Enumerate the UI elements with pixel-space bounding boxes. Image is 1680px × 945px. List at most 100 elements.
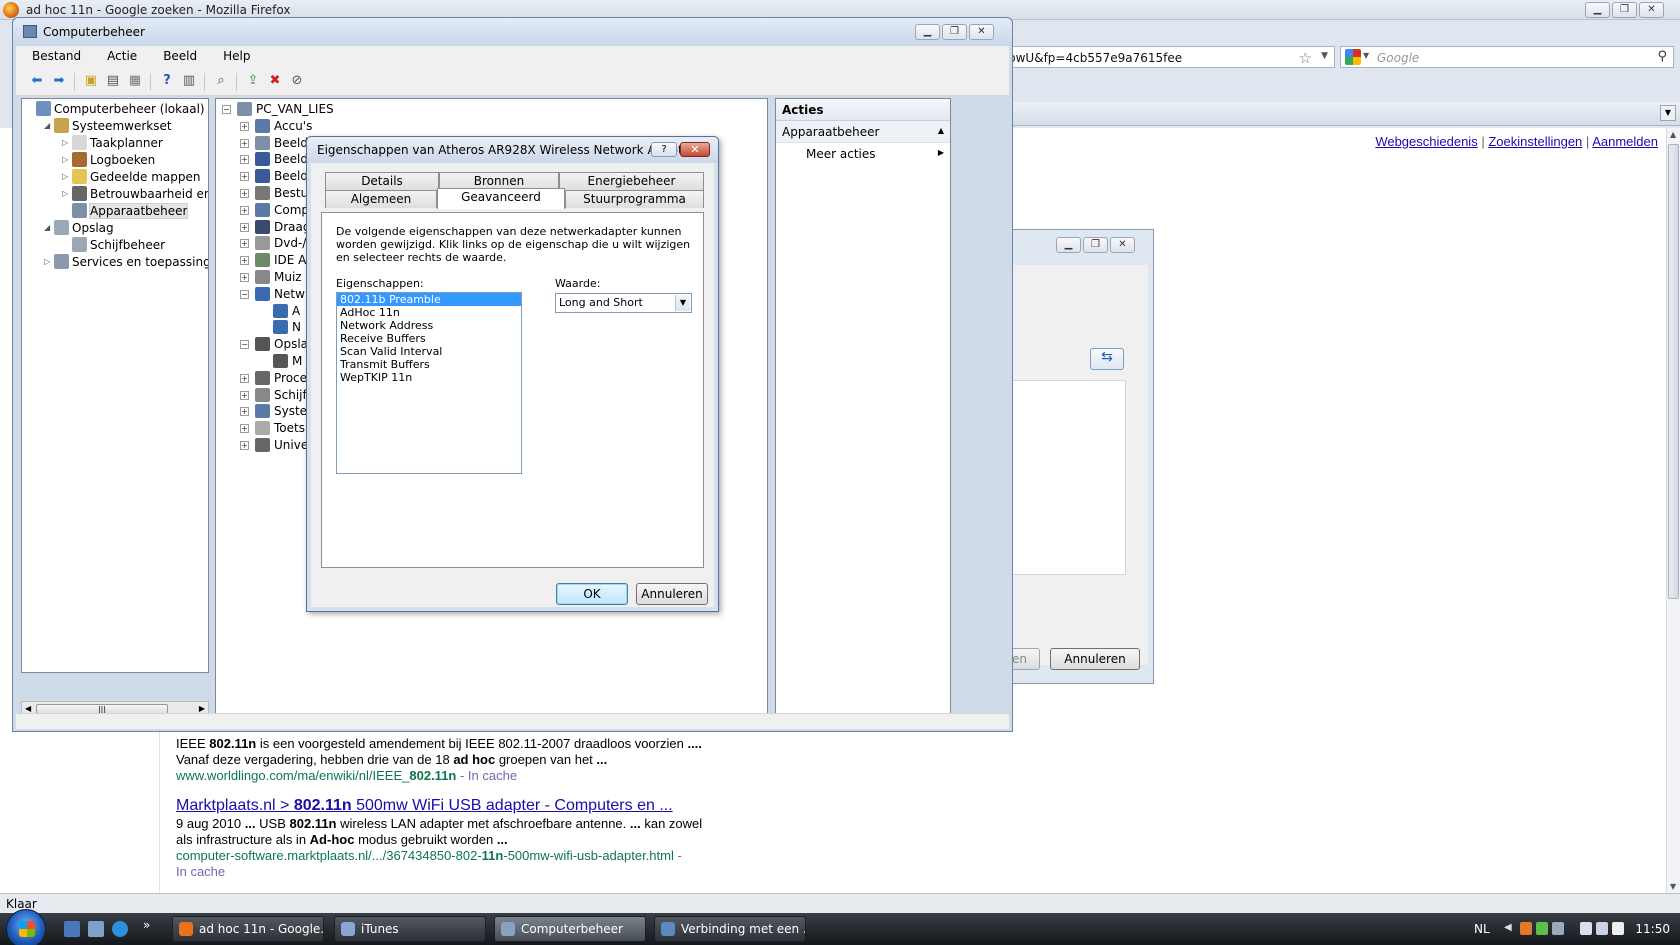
up-folder-icon[interactable]: ▣ <box>82 73 100 89</box>
expand-icon[interactable]: + <box>240 390 249 400</box>
minimize-button[interactable]: ▁ <box>1056 237 1081 253</box>
uninstall-icon[interactable]: ✖ <box>266 73 284 89</box>
expand-icon[interactable]: + <box>240 172 249 182</box>
chevron-down-icon[interactable]: ▼ <box>1363 51 1369 60</box>
menu-bestand[interactable]: Bestand <box>16 46 91 66</box>
property-item[interactable]: Receive Buffers <box>337 332 521 345</box>
tray-app-icon[interactable] <box>1552 922 1564 935</box>
expand-icon[interactable]: + <box>240 189 249 198</box>
property-item[interactable]: Transmit Buffers <box>337 358 521 371</box>
actions-section-apparaatbeheer[interactable]: Apparaatbeheer ▲ <box>776 121 950 143</box>
result-title-link[interactable]: Marktplaats.nl > 802.11n 500mw WiFi USB … <box>176 796 702 816</box>
collapse-icon[interactable]: − <box>240 340 249 350</box>
tree-node[interactable]: ▷ Gedeelde mappen <box>62 168 200 186</box>
google-engine-icon[interactable] <box>1345 49 1361 65</box>
scroll-right-icon[interactable]: ▶ <box>199 704 205 713</box>
property-item[interactable]: AdHoc 11n <box>337 306 521 319</box>
address-bar[interactable]: pwU&fp=4cb557e9a7615fee ☆ ▼ <box>1005 46 1335 68</box>
disable-device-icon[interactable]: ⊘ <box>288 73 306 89</box>
result-url[interactable]: computer-software.marktplaats.nl/.../367… <box>176 848 674 863</box>
expand-arrow-icon[interactable]: ▷ <box>62 134 72 152</box>
tray-app-icon[interactable] <box>1536 922 1548 935</box>
device-node[interactable]: + Toets <box>240 420 305 437</box>
expand-arrow-icon[interactable]: ▷ <box>62 185 72 203</box>
device-node[interactable]: + Accu's <box>240 118 312 135</box>
device-node[interactable]: + Dvd-/ <box>240 235 306 252</box>
close-button[interactable]: ✕ <box>1639 2 1664 18</box>
expand-icon[interactable]: + <box>240 407 249 417</box>
taskbar-button[interactable]: iTunes <box>334 916 486 942</box>
bookmark-star-icon[interactable]: ☆ <box>1299 49 1312 67</box>
page-scrollbar[interactable]: ▲ ▼ <box>1666 128 1680 893</box>
expand-icon[interactable]: + <box>240 424 249 434</box>
minimize-button[interactable]: ▁ <box>915 24 940 40</box>
device-node[interactable]: M <box>258 353 302 370</box>
tree-node[interactable]: Schijfbeheer <box>62 236 165 254</box>
console-tree-icon[interactable]: ▤ <box>104 73 122 89</box>
tree-node[interactable]: ▷ Logboeken <box>62 151 155 169</box>
device-node[interactable]: + Beeld <box>240 151 308 168</box>
restore-button[interactable]: ❐ <box>1612 2 1637 18</box>
clock[interactable]: 11:50 <box>1635 922 1670 936</box>
menu-actie[interactable]: Actie <box>91 46 147 66</box>
chevron-down-icon[interactable]: ▼ <box>675 295 690 311</box>
expand-icon[interactable]: + <box>240 239 249 249</box>
device-node[interactable]: N <box>258 319 301 336</box>
property-item[interactable]: 802.11b Preamble <box>337 293 521 306</box>
restore-button[interactable]: ❐ <box>942 24 967 40</box>
start-button[interactable] <box>6 909 46 945</box>
expand-arrow-icon[interactable]: ▷ <box>62 168 72 186</box>
taskbar-button[interactable]: Computerbeheer <box>494 916 646 942</box>
help-icon[interactable]: ? <box>158 73 176 89</box>
chevron-down-icon[interactable]: ▼ <box>1321 51 1328 61</box>
device-node[interactable]: + Draag <box>240 219 311 236</box>
expand-icon[interactable]: + <box>240 121 249 131</box>
expand-arrow-icon[interactable]: ◢ <box>44 117 54 135</box>
device-node[interactable]: − Netw <box>240 286 305 303</box>
device-node[interactable]: + Unive <box>240 437 308 454</box>
tree-node[interactable]: Apparaatbeheer <box>62 202 189 220</box>
expand-icon[interactable]: + <box>240 138 249 148</box>
expand-icon[interactable]: + <box>240 205 249 215</box>
volume-icon[interactable] <box>1612 922 1624 935</box>
language-indicator[interactable]: NL <box>1474 922 1490 936</box>
expand-icon[interactable]: + <box>240 155 249 165</box>
search-icon[interactable]: ⚲ <box>1657 49 1667 64</box>
cancel-button[interactable]: Annuleren <box>636 583 708 605</box>
expand-arrow-icon[interactable]: ◢ <box>44 219 54 237</box>
collapse-icon[interactable]: ▲ <box>938 126 944 135</box>
scroll-thumb[interactable] <box>1668 144 1679 599</box>
device-node[interactable]: + Beeld <box>240 168 308 185</box>
help-button[interactable]: ? <box>651 142 677 157</box>
close-button[interactable]: ✕ <box>969 24 994 40</box>
tree-node[interactable]: ▷ Taakplanner <box>62 134 163 152</box>
expand-arrow-icon[interactable]: ▷ <box>62 151 72 169</box>
restore-button[interactable]: ❐ <box>1083 237 1108 253</box>
menu-help[interactable]: Help <box>207 46 260 66</box>
tray-app-icon[interactable] <box>1520 922 1532 935</box>
taskbar-button[interactable]: ad hoc 11n - Google... <box>172 916 324 942</box>
tray-expand-icon[interactable]: ◀ <box>1504 922 1516 935</box>
device-node[interactable]: + Schijf <box>240 387 307 404</box>
update-driver-icon[interactable]: ⇪ <box>244 73 262 89</box>
property-item[interactable]: Network Address <box>337 319 521 332</box>
device-node[interactable]: + Beeld <box>240 135 308 152</box>
value-select[interactable]: Long and Short ▼ <box>555 293 692 313</box>
property-item[interactable]: Scan Valid Interval <box>337 345 521 358</box>
expand-icon[interactable]: + <box>240 273 249 282</box>
result-url[interactable]: www.worldlingo.com/ma/enwiki/nl/IEEE_802… <box>176 768 456 783</box>
tree-node[interactable]: Computerbeheer (lokaal) <box>26 100 205 118</box>
properties-list[interactable]: 802.11b Preamble AdHoc 11n Network Address… <box>336 292 522 474</box>
properties-icon[interactable]: ▦ <box>126 73 144 89</box>
device-node[interactable]: + Muiz <box>240 269 302 286</box>
tab-list-chevron-icon[interactable]: ▼ <box>1660 105 1676 121</box>
expand-icon[interactable]: + <box>240 222 249 232</box>
network-icon[interactable] <box>1596 922 1608 935</box>
expand-icon[interactable]: + <box>240 441 249 450</box>
forward-arrow-icon[interactable]: ➡ <box>50 73 68 89</box>
device-node[interactable]: − PC_VAN_LIES <box>222 101 334 118</box>
back-arrow-icon[interactable]: ⬅ <box>28 73 46 89</box>
tree-node[interactable]: ◢ Opslag <box>44 219 114 237</box>
menu-beeld[interactable]: Beeld <box>147 46 207 66</box>
device-node[interactable]: + Comp <box>240 202 309 219</box>
